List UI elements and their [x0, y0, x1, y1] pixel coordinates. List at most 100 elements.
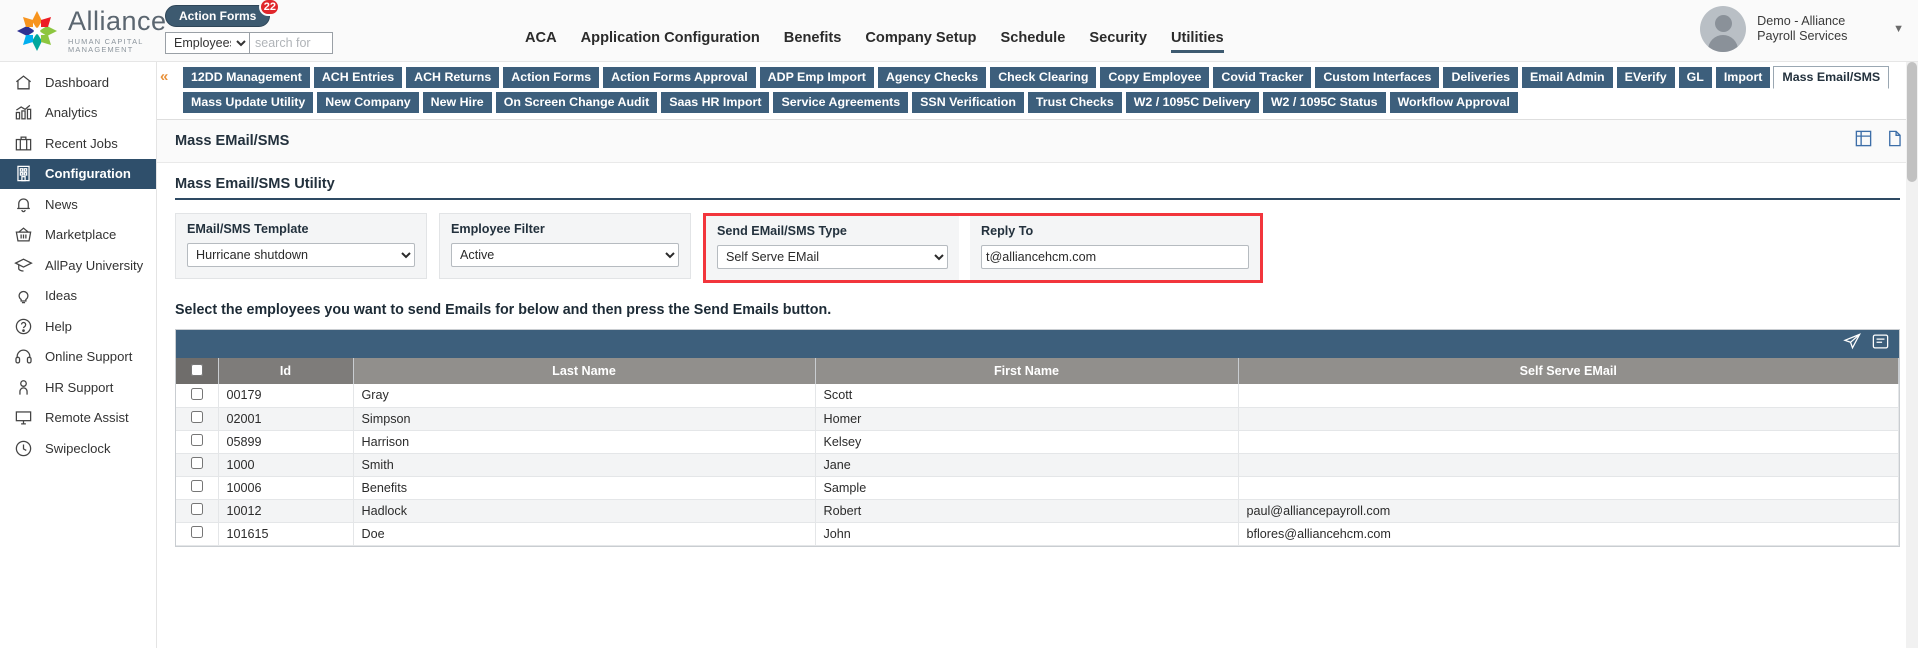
tab-copy-employee[interactable]: Copy Employee: [1099, 66, 1211, 89]
tab-email-admin[interactable]: Email Admin: [1521, 66, 1614, 89]
column-select-all[interactable]: [176, 358, 219, 384]
sidebar-item-allpay-university[interactable]: AllPay University: [0, 250, 156, 281]
menu-item-benefits[interactable]: Benefits: [784, 30, 842, 53]
select-all-checkbox[interactable]: [190, 363, 203, 376]
row-checkbox[interactable]: [190, 526, 203, 538]
row-checkbox[interactable]: [190, 503, 203, 515]
table-row[interactable]: 1000 Smith Jane: [176, 453, 1899, 477]
table-row[interactable]: 02001 Simpson Homer: [176, 407, 1899, 431]
table-row[interactable]: 10012 Hadlock Robert paul@alliancepayrol…: [176, 499, 1899, 523]
sidebar-item-news[interactable]: News: [0, 189, 156, 220]
tab-ach-returns[interactable]: ACH Returns: [405, 66, 501, 89]
sidebar-item-analytics[interactable]: Analytics: [0, 98, 156, 129]
table-row[interactable]: 10006 Benefits Sample: [176, 476, 1899, 500]
sidebar-item-marketplace[interactable]: Marketplace: [0, 220, 156, 251]
person-icon: [14, 378, 33, 397]
tab-on-screen-change-audit[interactable]: On Screen Change Audit: [494, 91, 659, 114]
refresh-list-icon[interactable]: [1871, 332, 1890, 356]
tab-12dd-management[interactable]: 12DD Management: [182, 66, 311, 89]
template-select[interactable]: Hurricane shutdown: [187, 243, 415, 267]
send-type-label: Send EMail/SMS Type: [717, 224, 847, 238]
action-forms-button[interactable]: Action Forms 22: [165, 0, 281, 27]
cell-id: 101615: [218, 522, 354, 546]
column-first-name[interactable]: First Name: [815, 358, 1239, 384]
row-checkbox[interactable]: [190, 387, 203, 400]
tab-custom-interfaces[interactable]: Custom Interfaces: [1314, 66, 1441, 89]
sidebar-item-hr-support[interactable]: HR Support: [0, 372, 156, 403]
tab-mass-email-sms[interactable]: Mass Email/SMS: [1773, 66, 1890, 89]
column-last-name[interactable]: Last Name: [353, 358, 816, 384]
sidebar-item-ideas[interactable]: Ideas: [0, 281, 156, 312]
tab-everify[interactable]: EVerify: [1615, 66, 1676, 89]
reply-to-input[interactable]: [981, 245, 1249, 269]
row-select-cell[interactable]: [176, 453, 219, 477]
scrollbar-thumb[interactable]: [1907, 62, 1917, 182]
send-emails-icon[interactable]: [1843, 332, 1862, 356]
sidebar-item-recent-jobs[interactable]: Recent Jobs: [0, 128, 156, 159]
menu-item-company-setup[interactable]: Company Setup: [865, 30, 976, 53]
column-self-serve-email[interactable]: Self Serve EMail: [1238, 358, 1899, 384]
menu-item-application-configuration[interactable]: Application Configuration: [581, 30, 760, 53]
tab-ssn-verification[interactable]: SSN Verification: [911, 91, 1025, 114]
row-select-cell[interactable]: [176, 499, 219, 523]
menu-item-utilities[interactable]: Utilities: [1170, 30, 1224, 53]
menu-item-aca[interactable]: ACA: [525, 30, 557, 53]
row-select-cell[interactable]: [176, 430, 219, 454]
tab-new-company[interactable]: New Company: [316, 91, 420, 114]
search-input[interactable]: [250, 32, 333, 54]
column-id[interactable]: Id: [218, 358, 354, 384]
field-send-type: Send EMail/SMS Type Self Serve EMail: [706, 216, 959, 280]
tab-trust-checks[interactable]: Trust Checks: [1026, 91, 1123, 114]
user-profile[interactable]: Demo - Alliance Payroll Services ▼: [1700, 6, 1904, 52]
table-row[interactable]: 00179 Gray Scott: [176, 384, 1899, 408]
sidebar-item-remote-assist[interactable]: Remote Assist: [0, 403, 156, 434]
send-type-select[interactable]: Self Serve EMail: [717, 245, 948, 269]
cell-last-name: Simpson: [353, 407, 816, 431]
question-circle-icon: [14, 317, 33, 336]
employee-table-body: 00179 Gray Scott 02001 Simpson Homer 058…: [176, 384, 1899, 546]
sidebar-item-dashboard[interactable]: Dashboard: [0, 67, 156, 98]
row-select-cell[interactable]: [176, 522, 219, 546]
tab-action-forms-approval[interactable]: Action Forms Approval: [602, 66, 757, 89]
tab-w2-1095c-delivery[interactable]: W2 / 1095C Delivery: [1124, 91, 1260, 114]
tab-deliveries[interactable]: Deliveries: [1442, 66, 1520, 89]
row-checkbox[interactable]: [190, 480, 203, 492]
row-select-cell[interactable]: [176, 407, 219, 431]
row-select-cell[interactable]: [176, 476, 219, 500]
table-row[interactable]: 101615 Doe John bflores@alliancehcm.com: [176, 522, 1899, 546]
tab-ach-entries[interactable]: ACH Entries: [312, 66, 404, 89]
row-checkbox[interactable]: [190, 457, 203, 469]
search-entity-select[interactable]: Employees: [165, 32, 250, 54]
sidebar-item-swipeclock[interactable]: Swipeclock: [0, 433, 156, 464]
tab-adp-emp-import[interactable]: ADP Emp Import: [758, 66, 875, 89]
document-export-icon[interactable]: [1885, 129, 1904, 153]
grid-view-icon[interactable]: [1854, 129, 1873, 153]
tab-agency-checks[interactable]: Agency Checks: [876, 66, 988, 89]
tab-service-agreements[interactable]: Service Agreements: [772, 91, 910, 114]
body-region: Dashboard Analytics Recent Jobs Configur…: [0, 62, 1918, 648]
chevron-down-icon[interactable]: ▼: [1893, 23, 1904, 35]
collapse-sidebar-icon[interactable]: «: [160, 68, 168, 85]
menu-item-schedule[interactable]: Schedule: [1000, 30, 1065, 53]
employee-filter-select[interactable]: Active: [451, 243, 679, 267]
sidebar-item-online-support[interactable]: Online Support: [0, 342, 156, 373]
menu-item-security[interactable]: Security: [1089, 30, 1147, 53]
tab-new-hire[interactable]: New Hire: [421, 91, 493, 114]
row-select-cell[interactable]: [176, 384, 219, 408]
sidebar-item-help[interactable]: Help: [0, 311, 156, 342]
row-checkbox[interactable]: [190, 411, 203, 423]
tab-mass-update-utility[interactable]: Mass Update Utility: [182, 91, 315, 114]
table-row[interactable]: 05899 Harrison Kelsey: [176, 430, 1899, 454]
tab-covid-tracker[interactable]: Covid Tracker: [1212, 66, 1313, 89]
tab-gl[interactable]: GL: [1677, 66, 1713, 89]
tab-workflow-approval[interactable]: Workflow Approval: [1388, 91, 1519, 114]
vertical-scrollbar[interactable]: [1906, 62, 1918, 648]
tab-action-forms[interactable]: Action Forms: [502, 66, 601, 89]
row-checkbox[interactable]: [190, 434, 203, 446]
tab-check-clearing[interactable]: Check Clearing: [989, 66, 1098, 89]
tab-w2-1095c-status[interactable]: W2 / 1095C Status: [1261, 91, 1387, 114]
tab-saas-hr-import[interactable]: Saas HR Import: [660, 91, 771, 114]
sidebar-item-configuration[interactable]: Configuration: [0, 158, 156, 189]
tab-import[interactable]: Import: [1714, 66, 1772, 89]
tab-strip: 12DD Management ACH Entries ACH Returns …: [157, 62, 1918, 119]
